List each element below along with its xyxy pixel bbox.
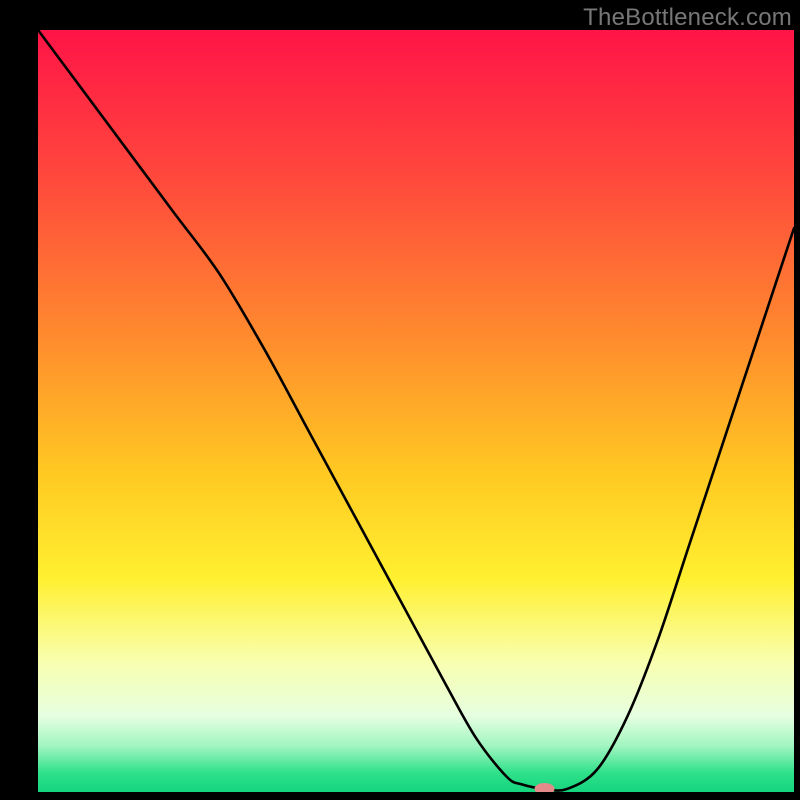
- watermark-text: TheBottleneck.com: [583, 4, 792, 32]
- plot-area: [38, 30, 794, 792]
- gradient-background: [38, 30, 794, 792]
- plot-svg: [38, 30, 794, 792]
- chart-frame: TheBottleneck.com: [0, 0, 800, 800]
